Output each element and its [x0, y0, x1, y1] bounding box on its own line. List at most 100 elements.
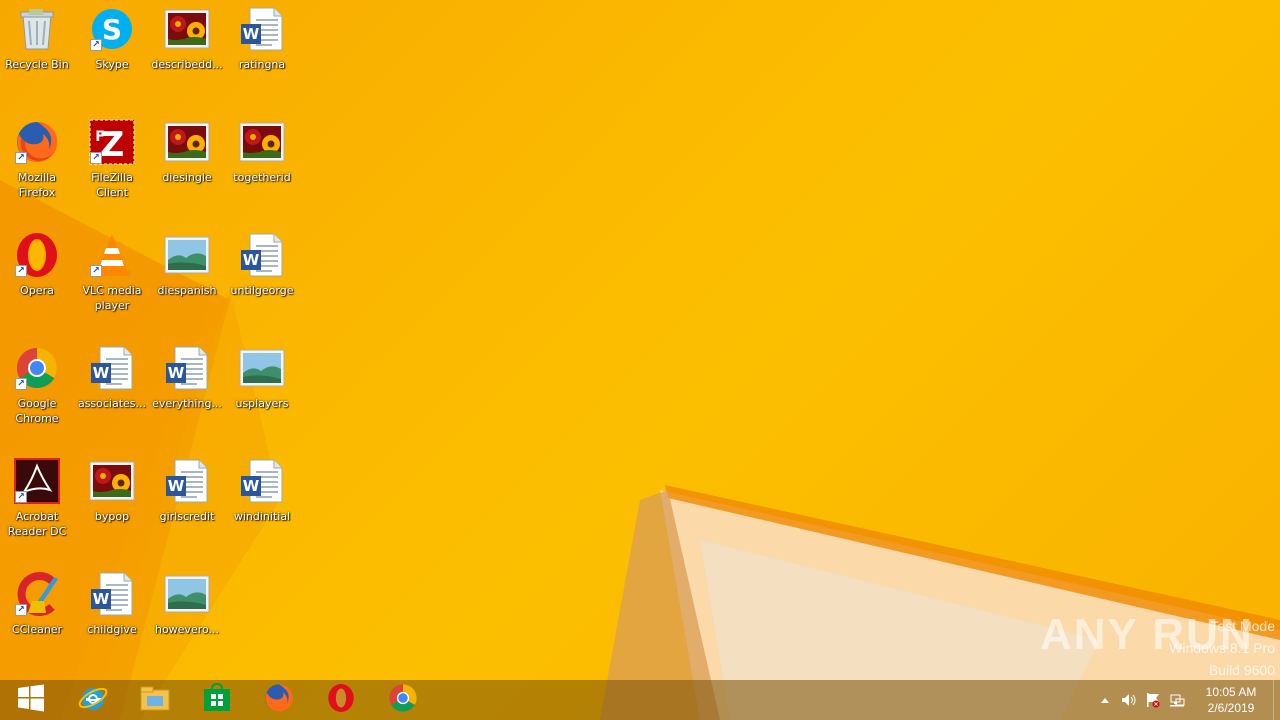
desktop-icon-acrobat-reader-dc[interactable]: ↗ Acrobat Reader DC — [0, 457, 74, 539]
windows-watermark: Test Mode Windows 8.1 Pro Build 9600 — [1169, 615, 1275, 681]
desktop-icon-label: childgive — [87, 623, 137, 636]
desktop-icon-togetherid[interactable]: togetherid — [225, 118, 299, 185]
chrome-icon — [388, 683, 418, 717]
svg-text:W: W — [243, 251, 260, 269]
watermark-edition: Windows 8.1 Pro — [1169, 640, 1275, 656]
shortcut-arrow-icon: ↗ — [90, 39, 102, 51]
svg-text:F: F — [95, 129, 105, 145]
word-document-icon: W — [238, 5, 286, 53]
desktop-icon-ccleaner[interactable]: ↗ CCleaner — [0, 570, 74, 637]
desktop-icon-associates[interactable]: Wassociates... — [75, 344, 149, 411]
desktop-icon-mozilla-firefox[interactable]: ↗ Mozilla Firefox — [0, 118, 74, 200]
desktop-icon-google-chrome[interactable]: ↗ Google Chrome — [0, 344, 74, 426]
taskbar-opera[interactable] — [310, 680, 372, 720]
svg-text:W: W — [168, 364, 185, 382]
svg-text:S: S — [102, 13, 122, 46]
file-explorer-icon — [139, 684, 171, 716]
desktop-icon-label: ratingna — [238, 58, 286, 71]
desktop-icon-label: Google Chrome — [15, 397, 59, 425]
filezilla-icon: Z F ↗ — [88, 118, 136, 166]
action-center-flag-icon[interactable] — [1141, 680, 1165, 720]
shortcut-arrow-icon: ↗ — [15, 378, 27, 390]
speaker-icon[interactable] — [1117, 680, 1141, 720]
desktop-icon-label: FileZilla Client — [91, 171, 133, 199]
internet-explorer-icon — [77, 682, 109, 718]
opera-icon — [327, 683, 355, 717]
svg-text:W: W — [93, 590, 110, 608]
desktop-icon-label: howevero... — [154, 623, 220, 636]
word-document-icon: W — [238, 457, 286, 505]
image-file-icon — [238, 118, 286, 166]
desktop-icon-label: associates... — [77, 397, 147, 410]
desktop-icon-girlscredit[interactable]: Wgirlscredit — [150, 457, 224, 524]
desktop-icon-label: VLC media player — [82, 284, 142, 312]
desktop-icon-label: CCleaner — [11, 623, 63, 636]
shortcut-arrow-icon: ↗ — [15, 491, 27, 503]
system-tray: 10:05 AM 2/6/2019 — [1093, 680, 1280, 720]
taskbar-store[interactable] — [186, 680, 248, 720]
desktop-icon-filezilla-client[interactable]: Z F ↗ FileZilla Client — [75, 118, 149, 200]
word-document-icon: W — [88, 344, 136, 392]
desktop-icon-usplayers[interactable]: usplayers — [225, 344, 299, 411]
landscape-image-icon — [238, 344, 286, 392]
chrome-icon: ↗ — [13, 344, 61, 392]
acrobat-icon: ↗ — [13, 457, 61, 505]
firefox-icon: ↗ — [13, 118, 61, 166]
watermark-build: Build 9600 — [1208, 662, 1275, 678]
taskbar-clock[interactable]: 10:05 AM 2/6/2019 — [1189, 684, 1273, 716]
desktop-icon-untilgeorge[interactable]: Wuntilgeorge — [225, 231, 299, 298]
desktop-icon-label: togetherid — [233, 171, 291, 184]
desktop-icon-skype[interactable]: S ↗ Skype — [75, 5, 149, 72]
svg-text:W: W — [168, 477, 185, 495]
clock-time: 10:05 AM — [1205, 685, 1257, 699]
word-document-icon: W — [88, 570, 136, 618]
desktop-icon-label: Acrobat Reader DC — [7, 510, 67, 538]
svg-text:W: W — [93, 364, 110, 382]
desktop-icon-label: Opera — [20, 284, 54, 297]
start-button[interactable] — [0, 680, 62, 720]
desktop-icon-label: diespanish — [157, 284, 217, 297]
desktop-icon-label: untilgeorge — [230, 284, 294, 297]
shortcut-arrow-icon: ↗ — [90, 265, 102, 277]
image-file-icon — [88, 457, 136, 505]
desktop-icon-vlc-media-player[interactable]: ↗ VLC media player — [75, 231, 149, 313]
desktop-icon-diespanish[interactable]: diespanish — [150, 231, 224, 298]
vlc-icon: ↗ — [88, 231, 136, 279]
show-desktop-button[interactable] — [1273, 680, 1280, 720]
desktop-icon-everything[interactable]: Weverything... — [150, 344, 224, 411]
word-document-icon: W — [238, 231, 286, 279]
windows-logo-icon — [17, 684, 45, 716]
taskbar-file-explorer[interactable] — [124, 680, 186, 720]
desktop-icon-label: describedd... — [151, 58, 223, 71]
recycle-bin-icon — [13, 5, 61, 53]
shortcut-arrow-icon: ↗ — [90, 152, 102, 164]
desktop-icon-diesingle[interactable]: diesingle — [150, 118, 224, 185]
desktop-icon-ratingna[interactable]: Wratingna — [225, 5, 299, 72]
desktop-icon-bypop[interactable]: bypop — [75, 457, 149, 524]
shortcut-arrow-icon: ↗ — [15, 152, 27, 164]
taskbar: 10:05 AM 2/6/2019 — [0, 680, 1280, 720]
desktop-icon-label: girlscredit — [159, 510, 215, 523]
taskbar-firefox[interactable] — [248, 680, 310, 720]
desktop-icon-howevero[interactable]: howevero... — [150, 570, 224, 637]
image-file-icon — [163, 118, 211, 166]
network-icon[interactable] — [1165, 680, 1189, 720]
landscape-image-icon — [163, 231, 211, 279]
store-icon — [202, 682, 232, 717]
desktop-icon-childgive[interactable]: Wchildgive — [75, 570, 149, 637]
desktop-icon-windinitial[interactable]: Wwindinitial — [225, 457, 299, 524]
svg-text:W: W — [243, 25, 260, 43]
desktop-icon-opera[interactable]: ↗ Opera — [0, 231, 74, 298]
taskbar-chrome[interactable] — [372, 680, 434, 720]
desktop-icon-label: Recycle Bin — [5, 58, 69, 71]
desktop-icon-recycle-bin[interactable]: Recycle Bin — [0, 5, 74, 72]
ccleaner-icon: ↗ — [13, 570, 61, 618]
chevron-up-icon[interactable] — [1093, 680, 1117, 720]
desktop-icon-label: Mozilla Firefox — [18, 171, 56, 199]
skype-icon: S ↗ — [88, 5, 136, 53]
desktop-icon-describedd[interactable]: describedd... — [150, 5, 224, 72]
landscape-image-icon — [163, 570, 211, 618]
desktop-icon-label: Skype — [95, 58, 129, 71]
opera-icon: ↗ — [13, 231, 61, 279]
taskbar-internet-explorer[interactable] — [62, 680, 124, 720]
